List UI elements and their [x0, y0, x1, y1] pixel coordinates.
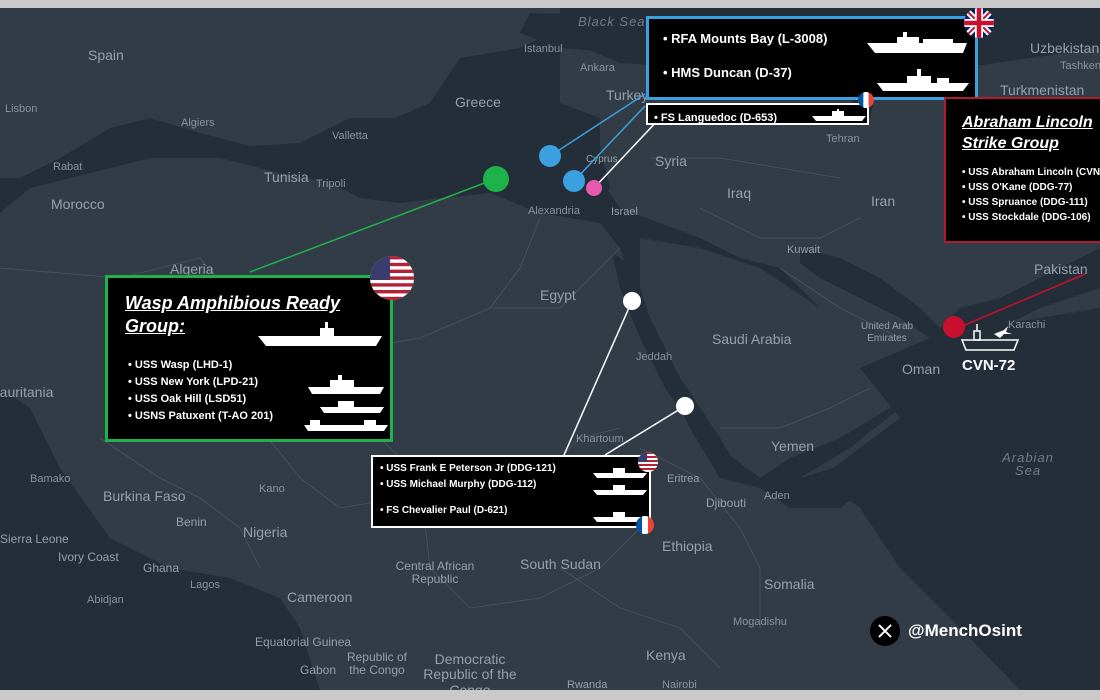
ship-list-item: • USS Spruance (DDG-111) — [962, 196, 1088, 208]
languedoc-panel: • FS Languedoc (D-653) — [646, 103, 869, 125]
ship-list-item: • USS Wasp (LHD-1) — [128, 358, 233, 371]
connector-line-languedoc — [593, 117, 661, 189]
amphibious-assault-ship-icon — [258, 322, 382, 346]
author-handle[interactable]: @MenchOsint — [908, 621, 1022, 641]
ship-name: FS Languedoc (D-653) — [660, 112, 778, 124]
red-sea-ship-marker[interactable] — [676, 397, 694, 415]
ship-name: FS Chevalier Paul (D-621) — [386, 505, 508, 516]
dock-landing-ship-icon — [320, 401, 384, 413]
red-sea-ships-panel: • USS Frank E Peterson Jr (DDG-121) • US… — [371, 455, 651, 528]
group-title: Abraham Lincoln — [962, 114, 1093, 131]
ship-list-item: • USS O'Kane (DDG-77) — [962, 181, 1073, 193]
author-credit: @MenchOsint — [870, 615, 1022, 647]
uk-ship-marker[interactable] — [563, 170, 585, 192]
connector-line-red-sea — [563, 300, 633, 456]
ship-name: USS O'Kane (DDG-77) — [968, 181, 1073, 193]
group-title: Wasp Amphibious Ready — [125, 293, 341, 313]
ship-name: RFA Mounts Bay (L-3008) — [671, 31, 828, 46]
map-frame: Black Sea Arabian Sea Spain Greece Turke… — [0, 8, 1100, 690]
ship-name: USS New York (LPD-21) — [134, 375, 258, 388]
lincoln-strike-group-panel: Abraham Lincoln Strike Group • USS Abrah… — [944, 97, 1100, 243]
red-sea-ship-marker[interactable] — [623, 292, 641, 310]
group-title: Strike Group — [962, 134, 1059, 152]
uk-ships-panel: • RFA Mounts Bay (L-3008) • HMS Duncan (… — [646, 16, 978, 100]
destroyer-silhouette-icon — [593, 485, 647, 495]
ship-name: USS Abraham Lincoln (CVN-72) — [968, 166, 1100, 178]
wasp-ready-group-panel: Wasp Amphibious Ready Group: • USS Wasp … — [105, 275, 393, 442]
transport-dock-ship-icon — [308, 375, 384, 394]
carrier-label: CVN-72 — [962, 357, 1016, 374]
ship-name: USS Oak Hill (LSD51) — [134, 392, 247, 405]
ship-name: USS Stockdale (DDG-106) — [968, 211, 1091, 223]
map-graphic: Black Sea Arabian Sea Spain Greece Turke… — [0, 0, 1100, 700]
connector-line-wasp — [249, 178, 496, 273]
connector-line-red-sea — [604, 405, 686, 456]
ship-list-item: • USS Stockdale (DDG-106) — [962, 211, 1091, 223]
united-states-flag-icon — [638, 452, 658, 472]
ship-name: USS Wasp (LHD-1) — [134, 358, 233, 371]
frigate-silhouette-icon — [812, 109, 866, 121]
ship-name: USS Spruance (DDG-111) — [968, 196, 1088, 208]
landing-ship-silhouette-icon — [867, 32, 967, 53]
ship-name: USNS Patuxent (T-AO 201) — [134, 409, 274, 422]
aircraft-carrier-icon — [960, 324, 1020, 351]
france-flag-icon — [858, 92, 874, 108]
wasp-group-marker[interactable] — [483, 166, 509, 192]
replenishment-oiler-icon — [304, 420, 388, 431]
destroyer-silhouette-icon — [877, 69, 969, 91]
uk-ship-marker[interactable] — [539, 145, 561, 167]
french-ship-marker[interactable] — [586, 180, 602, 196]
ship-list-item: • FS Languedoc (D-653) — [654, 112, 778, 124]
united-kingdom-flag-icon — [964, 8, 994, 38]
ship-list-item: • USS Abraham Lincoln (CVN-72) — [962, 167, 1100, 182]
france-flag-icon — [636, 516, 654, 534]
ship-name: USS Frank E Peterson Jr (DDG-121) — [386, 463, 556, 474]
ship-name: USS Michael Murphy (DDG-112) — [386, 479, 537, 490]
connector-line-uk — [549, 93, 646, 157]
ship-name: HMS Duncan (D-37) — [671, 65, 792, 80]
united-states-flag-icon — [370, 256, 414, 300]
x-logo-icon[interactable] — [870, 616, 900, 646]
